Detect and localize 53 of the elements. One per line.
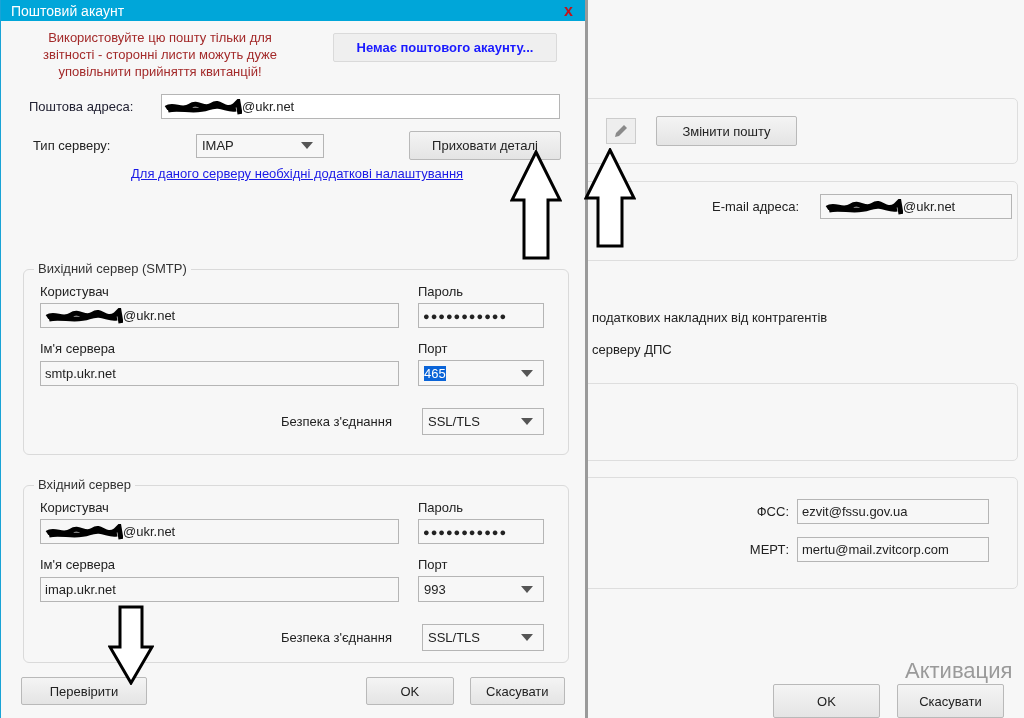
hide-details-button[interactable]: Приховати деталі	[409, 131, 561, 160]
security-label: Безпека з'єднання	[281, 414, 392, 429]
user-field[interactable]: @ukr.net	[40, 303, 399, 328]
group-title: Вхідний сервер	[34, 477, 135, 492]
port-dropdown[interactable]: 465	[418, 360, 544, 386]
warning-text: Використовуйте цю пошту тільки для звітності - сторонні листи можуть дуже уповільнити прийняття квитанцій!	[42, 29, 278, 80]
server-type-dropdown[interactable]: IMAP	[196, 133, 324, 158]
dropdown-arrow-icon	[301, 142, 313, 149]
email-label: E-mail адреса:	[712, 199, 801, 214]
recipient-label: МЕРТ:	[749, 542, 789, 557]
change-mail-button[interactable]: Змінити пошту	[656, 116, 797, 146]
email-label: Поштова адреса:	[29, 99, 135, 114]
email-field[interactable]: @ukr.net	[161, 94, 560, 119]
no-account-button[interactable]: Немає поштового акаунту...	[333, 33, 557, 62]
group-title: Вихідний сервер (SMTP)	[34, 261, 191, 276]
security-dropdown[interactable]: SSL/TLS	[422, 624, 544, 651]
password-field[interactable]: ●●●●●●●●●●●	[418, 519, 544, 544]
dialog-button[interactable]: OK	[773, 684, 880, 718]
pencil-icon	[612, 122, 630, 140]
port-label: Порт	[418, 341, 449, 357]
dropdown-arrow-icon	[521, 369, 533, 377]
server-name-field[interactable]: imap.ukr.net	[40, 577, 399, 602]
security-label: Безпека з'єднання	[281, 630, 392, 645]
settings-link[interactable]: Для даного серверу необхідні додаткові налаштування	[131, 166, 464, 181]
dialog-button[interactable]: OK	[365, 677, 454, 705]
server-name-label: Ім'я сервера	[40, 557, 117, 573]
port-label: Порт	[418, 557, 449, 573]
edit-button[interactable]	[606, 118, 636, 144]
password-field[interactable]: ●●●●●●●●●●●	[418, 303, 544, 328]
window-title: Поштовий акаунт	[11, 3, 125, 19]
recipient-email-field[interactable]: ezvit@fssu.gov.ua	[797, 499, 989, 524]
user-field[interactable]: @ukr.net	[40, 519, 399, 544]
dialog-button[interactable]: Перевірити	[21, 677, 147, 705]
server-name-label: Ім'я сервера	[40, 341, 117, 357]
user-label: Користувач	[40, 500, 110, 516]
user-label: Користувач	[40, 284, 110, 300]
dropdown-arrow-icon	[521, 585, 533, 593]
dropdown-arrow-icon	[521, 634, 533, 641]
dropdown-arrow-icon	[521, 418, 533, 425]
security-dropdown[interactable]: SSL/TLS	[422, 408, 544, 435]
password-label: Пароль	[418, 500, 465, 516]
server-name-field[interactable]: smtp.ukr.net	[40, 361, 399, 386]
port-dropdown[interactable]: 993	[418, 576, 544, 602]
email-field[interactable]: @ukr.net	[820, 194, 1012, 219]
dialog-button[interactable]: Скасувати	[469, 677, 565, 705]
password-label: Пароль	[418, 284, 465, 300]
server-type-label: Тип серверу:	[33, 138, 112, 153]
activation-notice: Активация	[905, 660, 1013, 682]
setting-text: податкових накладних від контрагентів	[592, 310, 829, 325]
dialog-button[interactable]: Скасувати	[897, 684, 1004, 718]
recipient-email-field[interactable]: mertu@mail.zvitcorp.com	[797, 537, 989, 562]
setting-text: серверу ДПС	[592, 342, 673, 357]
recipient-label: ФСС:	[756, 504, 789, 519]
